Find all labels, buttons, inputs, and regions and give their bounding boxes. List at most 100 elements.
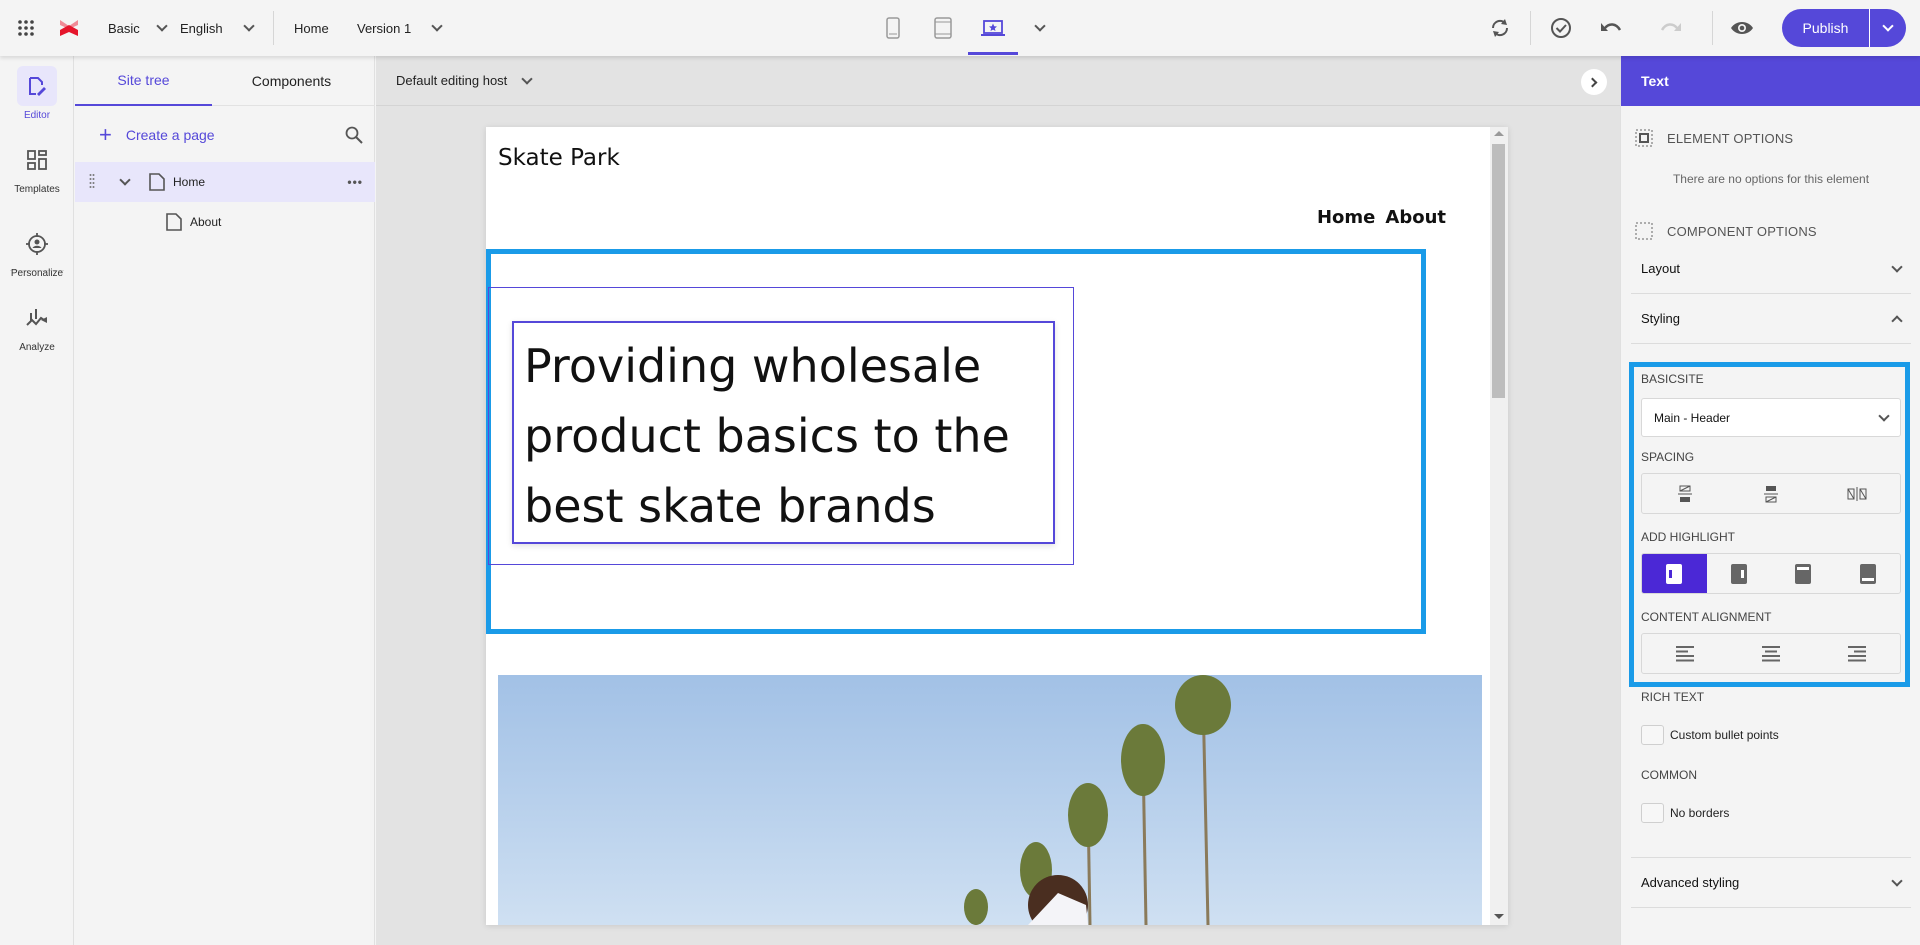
layout-accordion[interactable]: Layout [1631, 244, 1911, 294]
drag-handle-icon[interactable] [89, 173, 95, 191]
validate-button[interactable] [1546, 13, 1576, 43]
layout-label: Layout [1641, 261, 1681, 276]
editor-icon-wrap [17, 66, 57, 106]
redo-icon [1660, 23, 1681, 31]
panel-title: Text [1621, 56, 1920, 106]
chevron-down-icon [431, 20, 443, 32]
tree-item-label: Home [173, 175, 206, 189]
no-borders-option[interactable]: No borders [1641, 803, 1729, 823]
search-button[interactable] [345, 126, 363, 149]
no-borders-label: No borders [1670, 806, 1730, 820]
component-options-label: COMPONENT OPTIONS [1667, 223, 1817, 239]
site-title[interactable]: Skate Park [498, 145, 620, 171]
tablet-icon [934, 17, 952, 39]
nav-analyze[interactable]: Analyze [0, 298, 74, 353]
current-page: Home [294, 0, 329, 56]
tree-item-about[interactable]: About [75, 202, 375, 242]
nav-personalize[interactable]: Personalize [0, 224, 74, 279]
advanced-styling-accordion[interactable]: Advanced styling [1631, 858, 1911, 908]
chevron-down-icon[interactable] [119, 174, 131, 186]
scroll-down-arrow[interactable] [1494, 914, 1504, 919]
sitecore-logo[interactable] [54, 13, 84, 43]
tree-item-home[interactable]: Home ••• [75, 162, 375, 202]
tab-components[interactable]: Components [223, 56, 360, 106]
site-tree-panel: Site tree Components + Create a page Hom… [75, 56, 375, 945]
align-right-button[interactable] [1814, 634, 1900, 673]
spacing-top-button[interactable] [1642, 474, 1728, 513]
tree-item-label: About [190, 215, 222, 229]
sync-button[interactable] [1485, 13, 1515, 43]
analyze-icon-wrap [17, 298, 57, 338]
nav-templates[interactable]: Templates [0, 140, 74, 195]
undo-icon [1601, 23, 1622, 31]
divider [1530, 11, 1531, 45]
canvas-toolbar: Default editing host [376, 56, 1620, 106]
chevron-down-icon [1882, 20, 1894, 32]
templates-icon-wrap [17, 140, 57, 180]
align-left-button[interactable] [1642, 634, 1728, 673]
analyze-icon [26, 309, 47, 326]
site-label: Basic [108, 20, 140, 36]
spacing-bottom-button[interactable] [1728, 474, 1814, 513]
language-selector[interactable]: English [180, 0, 255, 56]
editor-icon [29, 77, 46, 96]
custom-bullets-option[interactable]: Custom bullet points [1641, 725, 1779, 745]
site-nav-about[interactable]: About [1385, 207, 1446, 228]
basicsite-value: Main - Header [1654, 410, 1731, 425]
editing-host-selector[interactable]: Default editing host [396, 72, 533, 88]
device-mobile-button[interactable] [878, 13, 908, 43]
site-selector[interactable]: Basic [108, 0, 168, 56]
nav-editor[interactable]: Editor [0, 66, 74, 121]
site-nav-home[interactable]: Home [1317, 207, 1375, 228]
device-tablet-button[interactable] [928, 13, 958, 43]
highlight-bottom-button[interactable] [1836, 554, 1901, 593]
advanced-styling-label: Advanced styling [1641, 875, 1740, 890]
highlight-right-button[interactable] [1707, 554, 1772, 593]
more-options-icon[interactable]: ••• [347, 175, 363, 189]
component-options-heading: COMPONENT OPTIONS [1635, 222, 1817, 240]
undo-button[interactable] [1596, 13, 1626, 43]
headline-text[interactable]: Providing wholesale product basics to th… [512, 321, 1055, 544]
highlight-top-button[interactable] [1771, 554, 1836, 593]
spacing-buttons [1641, 473, 1901, 514]
publish-options-button[interactable] [1870, 20, 1906, 32]
app-switcher-button[interactable] [11, 13, 41, 43]
create-page-button[interactable]: + Create a page [99, 124, 215, 146]
custom-bullets-label: Custom bullet points [1670, 728, 1779, 742]
page-scrollbar[interactable] [1490, 127, 1508, 925]
hero-image[interactable] [498, 675, 1482, 925]
redo-button[interactable] [1656, 13, 1686, 43]
chevron-down-icon [1891, 260, 1903, 273]
basicsite-select[interactable]: Main - Header [1641, 398, 1901, 437]
language-label: English [180, 20, 223, 36]
scroll-up-arrow[interactable] [1494, 131, 1504, 136]
element-icon [1635, 129, 1653, 147]
expand-panel-button[interactable] [1581, 69, 1607, 95]
version-selector[interactable]: Version 1 [357, 0, 443, 56]
basicsite-label: BASICSITE [1641, 372, 1704, 386]
highlight-bottom-icon [1859, 563, 1876, 584]
no-borders-checkbox[interactable] [1641, 803, 1664, 823]
align-left-icon [1676, 645, 1694, 661]
alignment-buttons [1641, 633, 1901, 674]
page-icon [149, 173, 165, 191]
spacing-sides-button[interactable] [1814, 474, 1900, 513]
align-center-button[interactable] [1728, 634, 1814, 673]
publish-button[interactable]: Publish [1782, 20, 1869, 36]
device-desktop-button[interactable] [978, 13, 1008, 43]
styling-accordion[interactable]: Styling [1631, 294, 1911, 344]
preview-button[interactable] [1727, 13, 1757, 43]
element-options-label: ELEMENT OPTIONS [1667, 130, 1794, 146]
spacing-top-icon [1678, 485, 1692, 502]
highlight-top-icon [1795, 563, 1812, 584]
highlight-left-button[interactable] [1642, 554, 1707, 593]
tab-site-tree[interactable]: Site tree [75, 56, 212, 106]
device-more-button[interactable] [1025, 13, 1055, 43]
styling-label: Styling [1641, 311, 1681, 326]
plus-icon: + [99, 122, 112, 147]
chevron-down-icon [521, 72, 533, 85]
scroll-thumb[interactable] [1492, 144, 1505, 398]
site-nav: Home About [1317, 207, 1446, 228]
custom-bullets-checkbox[interactable] [1641, 725, 1664, 745]
chevron-down-icon [1891, 874, 1903, 887]
